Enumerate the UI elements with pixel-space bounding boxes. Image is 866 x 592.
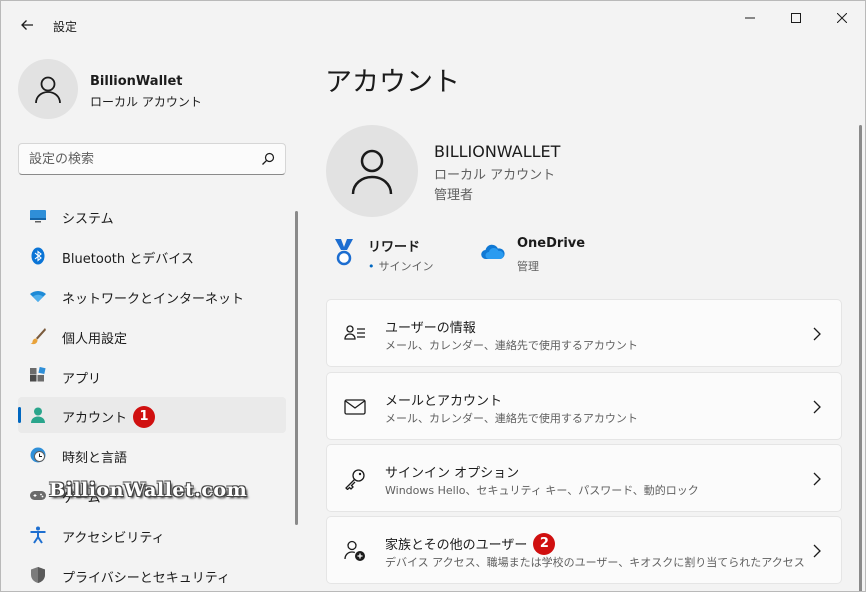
step-badge: 1 (133, 405, 156, 428)
app-title: 設定 (53, 20, 78, 34)
card-title: サインイン オプション (385, 466, 520, 481)
card-sign-in-options[interactable]: サインイン オプション Windows Hello、セキュリティ キー、パスワー… (326, 444, 842, 512)
card-subtitle: デバイス アクセス、職場または学校のユーザー、キオスクに割り当てられたアクセス (385, 556, 805, 569)
shield-icon (31, 567, 45, 583)
sidebar-item-label: Bluetooth とデバイス (62, 252, 194, 267)
globe-clock-icon (30, 447, 46, 463)
sidebar-item-label: 個人用設定 (62, 332, 128, 347)
main-content: アカウント BILLIONWALLET ローカル アカウント 管理者 リワード … (301, 49, 865, 591)
account-icon (31, 407, 45, 423)
sidebar-item-apps[interactable]: アプリ (18, 358, 286, 394)
cloud-icon (481, 244, 505, 260)
user-info-icon (344, 325, 365, 340)
person-icon (351, 149, 393, 195)
monitor-icon (30, 210, 46, 223)
sidebar-item-label: ネットワークとインターネット (62, 292, 245, 307)
profile-role: 管理者 (434, 188, 474, 203)
sidebar-item-network[interactable]: ネットワークとインターネット (18, 278, 286, 314)
sidebar-item-time-language[interactable]: 時刻と言語 (18, 437, 286, 473)
sidebar-scrollbar[interactable] (295, 211, 298, 525)
chevron-right-icon (813, 472, 821, 486)
close-icon (837, 13, 847, 23)
onedrive-link[interactable]: OneDrive 管理 (481, 235, 601, 275)
mail-icon (344, 399, 366, 415)
chevron-right-icon (813, 400, 821, 414)
search-input[interactable] (29, 150, 249, 168)
step-badge: 2 (533, 532, 556, 555)
person-icon (35, 76, 61, 104)
sidebar-item-accessibility[interactable]: アクセシビリティ (18, 517, 286, 553)
active-indicator (18, 407, 21, 423)
card-title: メールとアカウント (385, 394, 503, 409)
maximize-icon (791, 13, 801, 23)
sidebar-item-label: プライバシーとセキュリティ (62, 571, 230, 586)
apps-icon (30, 367, 46, 382)
rewards-title: リワード (368, 240, 421, 255)
onedrive-status: 管理 (517, 260, 539, 273)
back-arrow-icon (21, 20, 33, 30)
card-your-info[interactable]: ユーザーの情報 メール、カレンダー、連絡先で使用するアカウント (326, 299, 842, 367)
watermark-text: BillionWallet.com (49, 479, 248, 501)
card-subtitle: Windows Hello、セキュリティ キー、パスワード、動的ロック (385, 484, 699, 497)
user-account-type: ローカル アカウント (90, 95, 202, 109)
brush-icon (30, 328, 46, 345)
key-icon (345, 469, 365, 490)
chevron-right-icon (813, 327, 821, 341)
title-bar: 設定 (1, 1, 865, 49)
page-title: アカウント (325, 67, 460, 98)
rewards-status: • サインイン (368, 260, 434, 273)
profile-name: BILLIONWALLET (434, 142, 561, 161)
search-box[interactable] (18, 143, 286, 175)
rewards-link[interactable]: リワード • サインイン (332, 235, 452, 275)
sidebar-item-personalization[interactable]: 個人用設定 (18, 318, 286, 354)
card-family-other-users[interactable]: 家族とその他のユーザー 2 デバイス アクセス、職場または学校のユーザー、キオスク… (326, 516, 842, 584)
search-icon[interactable] (261, 152, 275, 166)
medal-icon (335, 239, 353, 266)
main-scrollbar[interactable] (859, 125, 862, 591)
minimize-button[interactable] (727, 1, 773, 35)
back-button[interactable] (13, 11, 41, 39)
sidebar-item-label: 時刻と言語 (62, 451, 128, 466)
wifi-icon (30, 290, 46, 302)
sidebar-item-accounts[interactable]: アカウント 1 (18, 397, 286, 433)
status-dot-icon: • (368, 260, 375, 273)
sidebar: BillionWallet ローカル アカウント システム Bluetooth … (1, 49, 301, 591)
sidebar-item-label: アカウント 1 (62, 405, 156, 430)
card-subtitle: メール、カレンダー、連絡先で使用するアカウント (385, 412, 638, 425)
profile-avatar[interactable] (326, 125, 418, 217)
sidebar-item-label: アプリ (62, 372, 102, 387)
chevron-right-icon (813, 544, 821, 558)
settings-window: 設定 BillionWallet ローカル アカウント システム Bluetoo… (0, 0, 866, 592)
card-subtitle: メール、カレンダー、連絡先で使用するアカウント (385, 339, 638, 352)
avatar[interactable] (18, 59, 78, 119)
close-button[interactable] (819, 1, 865, 35)
user-name: BillionWallet (90, 74, 183, 89)
sidebar-item-bluetooth[interactable]: Bluetooth とデバイス (18, 238, 286, 274)
accessibility-icon (30, 526, 46, 544)
sidebar-item-privacy[interactable]: プライバシーとセキュリティ (18, 557, 286, 591)
add-person-icon (344, 540, 365, 561)
card-email-accounts[interactable]: メールとアカウント メール、カレンダー、連絡先で使用するアカウント (326, 372, 842, 440)
sidebar-item-system[interactable]: システム (18, 198, 286, 234)
bluetooth-icon (31, 247, 45, 265)
sidebar-item-label: システム (62, 212, 114, 227)
maximize-button[interactable] (773, 1, 819, 35)
profile-account-type: ローカル アカウント (434, 168, 556, 183)
minimize-icon (745, 17, 755, 19)
sidebar-item-label: アクセシビリティ (62, 531, 165, 546)
card-title: ユーザーの情報 (385, 321, 476, 336)
gamepad-icon (30, 491, 46, 500)
onedrive-title: OneDrive (517, 236, 586, 251)
